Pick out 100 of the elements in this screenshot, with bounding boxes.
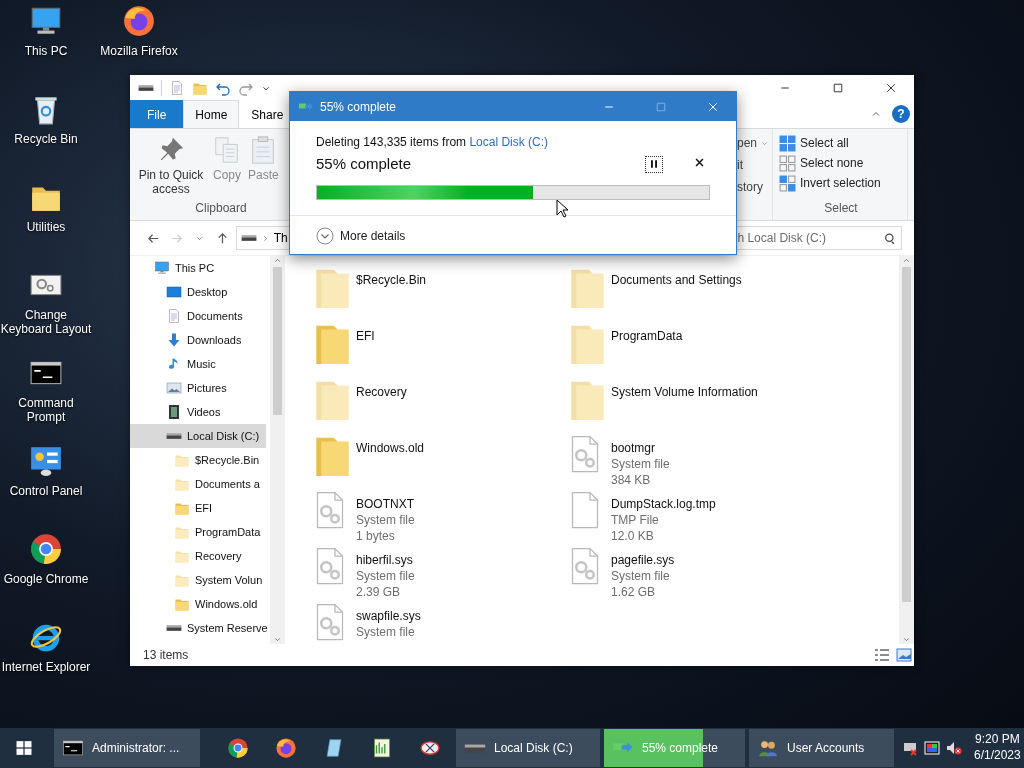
scrollbar-thumb[interactable]	[902, 267, 911, 602]
file-name[interactable]: BOOTNXT	[356, 496, 415, 512]
ribbon-command[interactable]: Select none	[775, 153, 907, 173]
file-size: 12.0 KB	[611, 528, 655, 544]
help-button[interactable]: ?	[892, 105, 910, 123]
nav-item[interactable]: EFI	[130, 496, 266, 520]
fox-globe-icon	[275, 737, 297, 759]
desktop-icon	[166, 284, 182, 300]
ribbon-command[interactable]: pen	[737, 132, 758, 154]
desktop-shortcut[interactable]: Mozilla Firefox	[93, 4, 185, 59]
status-message: Deleting 143,335 items from Local Disk (C:)	[316, 134, 550, 151]
ribbon-tab[interactable]: Share	[239, 100, 296, 128]
scroll-down-icon	[273, 635, 282, 644]
desktop-shortcut[interactable]: Internet Explorer	[0, 620, 92, 675]
file-name[interactable]: Windows.old	[356, 440, 425, 456]
notepad-icon	[323, 737, 345, 759]
taskbar-window-button[interactable]: Administrator: ...	[54, 729, 200, 767]
desktop-shortcut[interactable]: Control Panel	[0, 444, 92, 499]
nav-item[interactable]: Recovery	[130, 544, 266, 568]
mouse-cursor-icon	[556, 199, 570, 219]
ribbon-command[interactable]: story	[737, 176, 763, 198]
scrollbar-thumb[interactable]	[273, 267, 282, 415]
pause-icon	[648, 158, 660, 171]
pause-button[interactable]	[645, 155, 663, 173]
ribbon-tab[interactable]: Home	[183, 100, 240, 128]
windows-logo-icon	[14, 738, 34, 758]
ribbon-command[interactable]: Invert selection	[775, 173, 907, 193]
scroll-up-icon	[902, 256, 911, 265]
desktop-shortcut[interactable]: Recycle Bin	[0, 92, 92, 147]
ribbon-tab[interactable]: File	[130, 100, 184, 128]
desktop-shortcut[interactable]: Utilities	[0, 180, 92, 235]
film-icon	[166, 404, 182, 420]
taskbar-window-button[interactable]: Local Disk (C:)	[456, 729, 600, 767]
nav-item[interactable]: Music	[130, 352, 266, 376]
nav-item[interactable]: $Recycle.Bin	[130, 448, 266, 472]
speaker-muted-icon[interactable]	[946, 740, 962, 756]
nav-item[interactable]: Desktop	[130, 280, 266, 304]
nav-item[interactable]: Downloads	[130, 328, 266, 352]
group-label: Clipboard	[194, 200, 248, 217]
nav-item[interactable]: Windows.old	[130, 592, 266, 616]
location-link[interactable]: Local Disk (C:)	[469, 135, 549, 149]
file-name[interactable]: System Volume Information	[611, 384, 758, 400]
details-view-icon[interactable]	[874, 647, 890, 663]
nav-item[interactable]: This PC	[130, 256, 266, 280]
grid-icon	[779, 174, 796, 192]
clock-time[interactable]: 9:20 PM	[974, 731, 1021, 747]
file-name[interactable]: $Recycle.Bin	[356, 272, 427, 288]
nav-item[interactable]: Documents a	[130, 472, 266, 496]
desktop-shortcut[interactable]: Google Chrome	[0, 532, 92, 587]
maximize-icon[interactable]	[832, 81, 844, 94]
desktop-shortcut[interactable]: Change Keyboard Layout	[0, 268, 92, 337]
scroll-down-icon	[902, 635, 911, 644]
file-type: System file	[611, 568, 671, 584]
file-name[interactable]: bootmgr	[611, 440, 670, 456]
nav-item[interactable]: System Volun	[130, 568, 266, 592]
properties-icon[interactable]	[169, 79, 185, 96]
ribbon-command[interactable]: Select all	[775, 133, 907, 153]
desktop-shortcut[interactable]: This PC	[0, 4, 92, 59]
dialog-title: 55% complete	[320, 98, 398, 116]
file-name[interactable]: DumpStack.log.tmp	[611, 496, 716, 512]
file-type: System file	[356, 624, 416, 640]
control-panel-icon	[29, 444, 63, 478]
drive-icon	[240, 234, 257, 242]
terminal-icon	[62, 737, 84, 759]
file-name[interactable]: EFI	[356, 328, 375, 344]
file-name[interactable]: Documents and Settings	[611, 272, 742, 288]
ribbon-command[interactable]: it	[737, 154, 743, 176]
file-name[interactable]: Recovery	[356, 384, 407, 400]
nav-item[interactable]: Pictures	[130, 376, 266, 400]
drive-icon	[138, 83, 154, 92]
file-name[interactable]: swapfile.sys	[356, 608, 421, 624]
grid-icon	[779, 154, 796, 172]
large-icons-view-icon[interactable]	[896, 647, 912, 663]
nav-item[interactable]: Local Disk (C:)	[130, 424, 266, 448]
network-error-icon[interactable]	[902, 740, 918, 756]
close-icon[interactable]	[885, 81, 897, 94]
file-type: System file	[356, 512, 415, 528]
file-name[interactable]: hiberfil.sys	[356, 552, 415, 568]
chrome-wheel-icon	[29, 532, 63, 566]
nav-item[interactable]: Documents	[130, 304, 266, 328]
nav-item[interactable]: System Reserve	[130, 616, 266, 640]
file-name[interactable]: pagefile.sys	[611, 552, 675, 568]
file-type: System file	[356, 568, 415, 584]
progress-heading: 55% complete	[316, 154, 413, 174]
fox-globe-icon	[122, 4, 156, 38]
ribbon-command[interactable]: Pin to Quick access	[133, 129, 209, 199]
nav-item[interactable]: Videos	[130, 400, 266, 424]
desktop-shortcut[interactable]: Command Prompt	[0, 356, 92, 425]
display-icon[interactable]	[924, 740, 940, 756]
chart-icon	[371, 737, 393, 759]
clock-date[interactable]: 6/1/2023	[974, 747, 1021, 763]
nav-item[interactable]: ProgramData	[130, 520, 266, 544]
placeholder: h Local Disk (C:)	[737, 230, 827, 247]
file-size: 1 bytes	[356, 528, 396, 544]
file-name[interactable]: ProgramData	[611, 328, 683, 344]
breadcrumb[interactable]: Th	[273, 229, 288, 247]
item-count: 13 items	[143, 647, 189, 664]
expand-icon	[316, 226, 334, 245]
file-size: 384 KB	[611, 472, 652, 488]
taskbar-window-button[interactable]: User Accounts	[749, 729, 894, 767]
